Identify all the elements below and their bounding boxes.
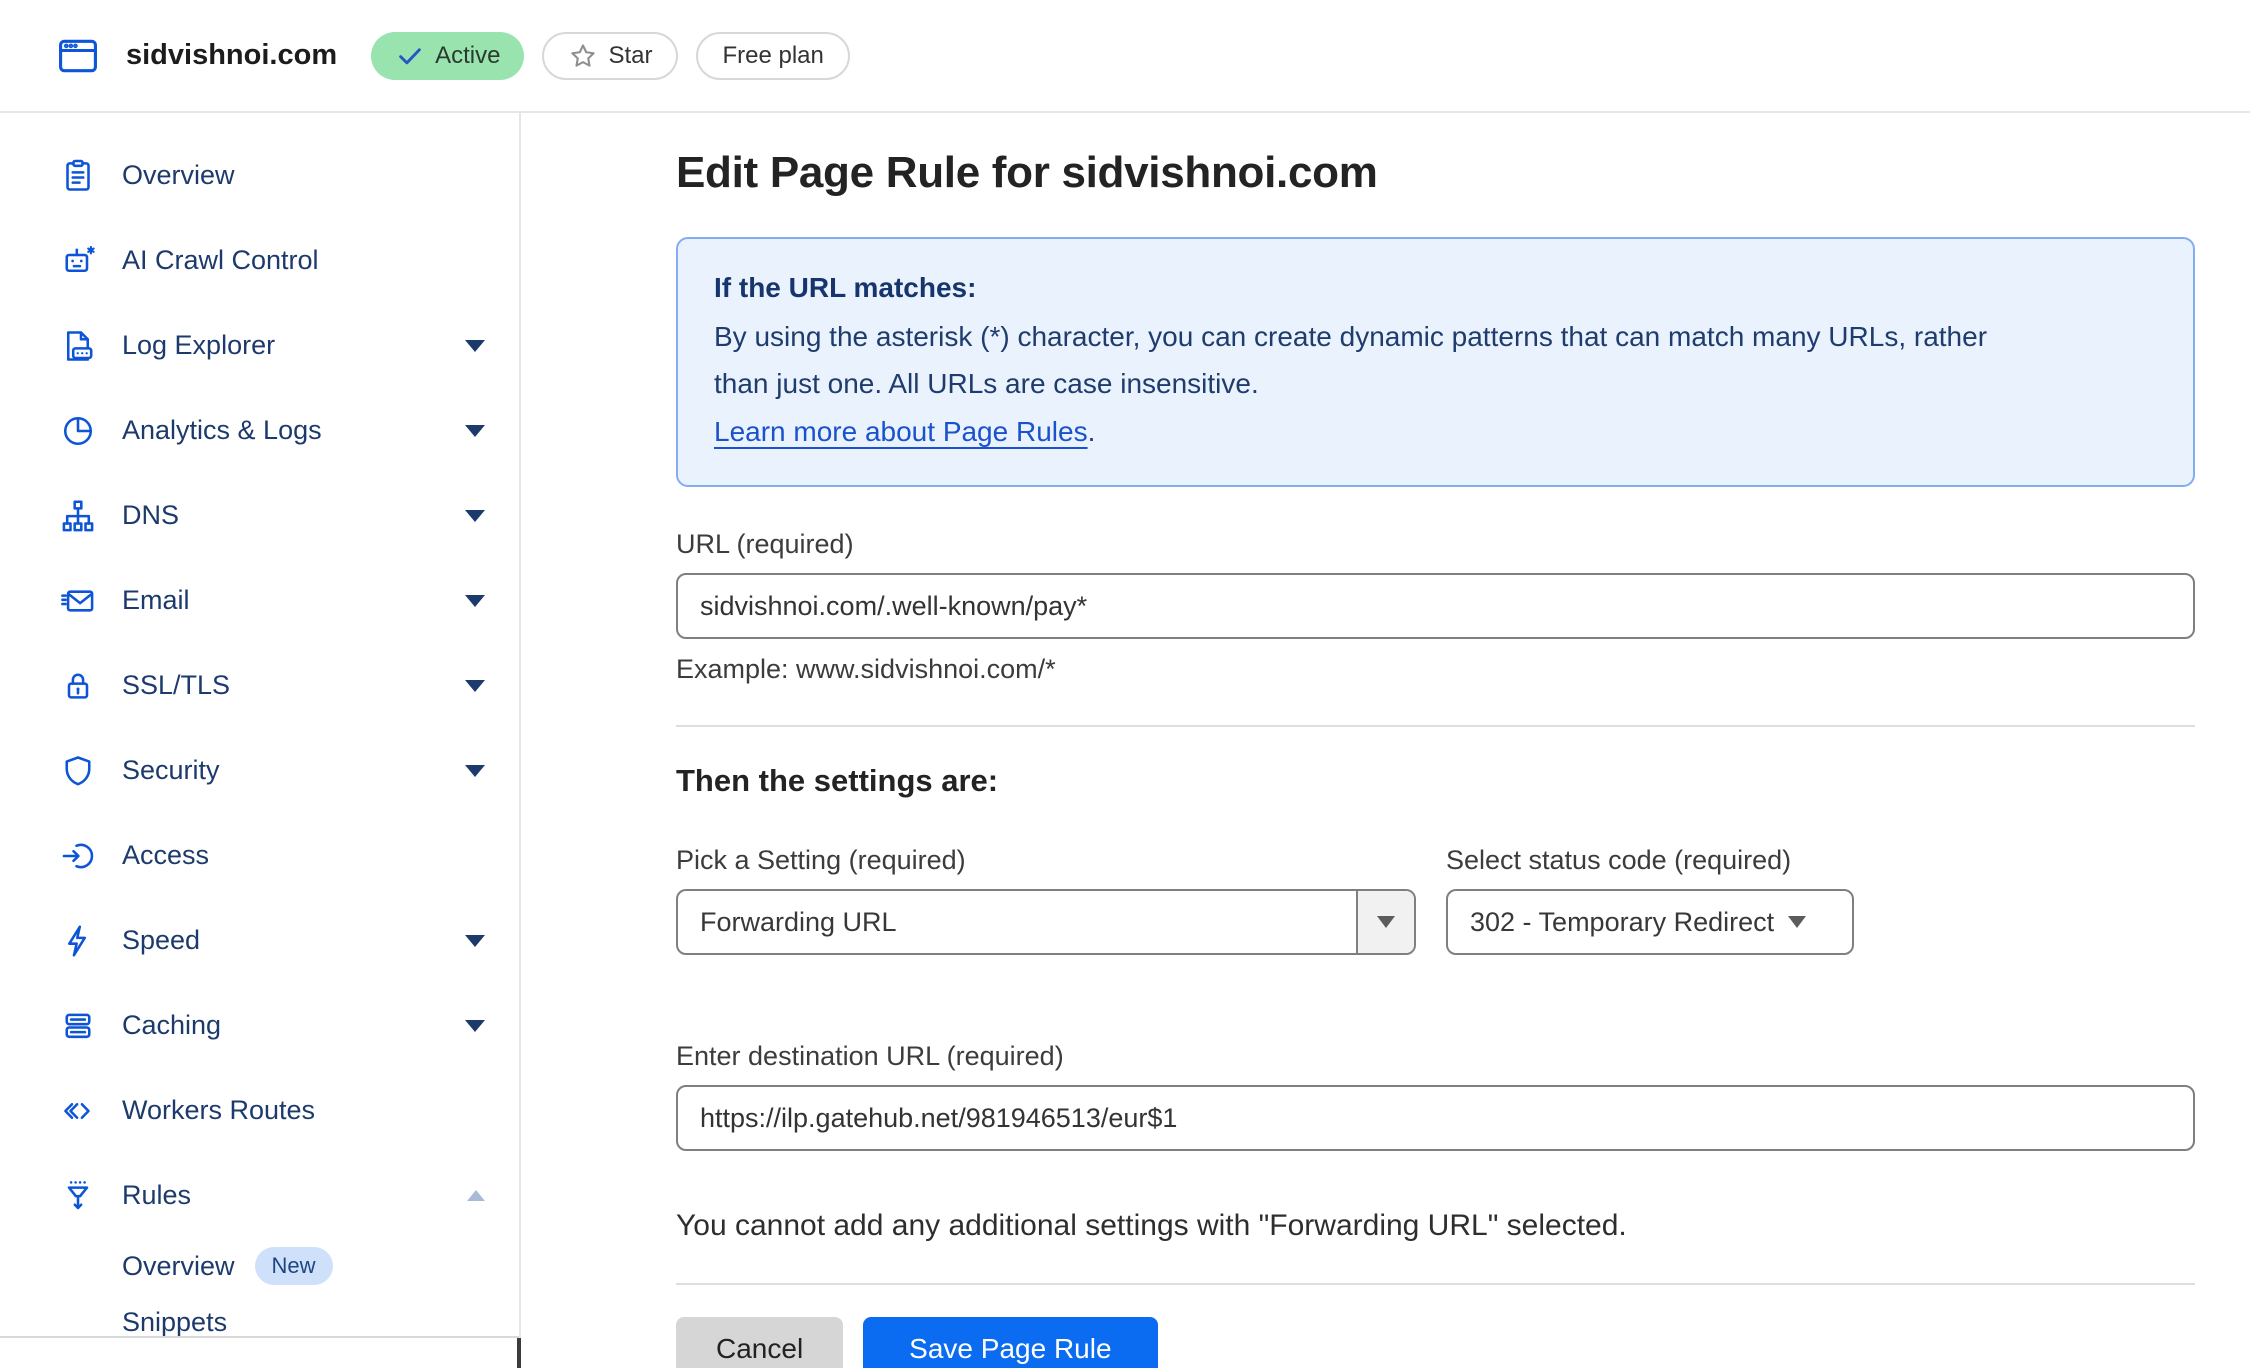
sidebar-item-ai-crawl-control[interactable]: AI Crawl Control [0,218,519,303]
setting-field-label: Pick a Setting (required) [676,845,1416,876]
setting-select[interactable]: Forwarding URL [676,889,1416,955]
server-stack-icon [60,1008,96,1044]
top-bar: sidvishnoi.com Active Star Free plan [0,0,2250,113]
select-arrow-button[interactable] [1356,891,1414,953]
chevron-down-icon [465,935,485,947]
save-page-rule-button[interactable]: Save Page Rule [863,1317,1157,1368]
sidebar-subitem-rules-snippets[interactable]: Snippets [0,1294,519,1350]
info-box-link-line: Learn more about Page Rules. [714,408,2157,455]
link-suffix: . [1088,416,1096,447]
sidebar-bottom-divider [0,1336,519,1338]
info-box-body: By using the asterisk (*) character, you… [714,313,2004,407]
sidebar-item-ssl-tls[interactable]: SSL/TLS [0,643,519,728]
page-title: Edit Page Rule for sidvishnoi.com [676,143,2195,203]
robot-icon [60,243,96,279]
chevron-down-icon [1377,916,1395,928]
envelope-icon [60,583,96,619]
new-badge: New [255,1247,333,1285]
check-icon [395,41,425,71]
sidebar-item-workers-routes[interactable]: Workers Routes [0,1068,519,1153]
funnel-icon [60,1178,96,1214]
chevron-down-icon [465,765,485,777]
forwarding-url-note: You cannot add any additional settings w… [676,1209,2195,1243]
sidebar-item-caching[interactable]: Caching [0,983,519,1068]
url-field-label: URL (required) [676,529,2195,560]
pie-chart-icon [60,413,96,449]
sidebar-item-overview[interactable]: Overview [0,133,519,218]
section-divider [676,725,2195,727]
clipboard-icon [60,158,96,194]
sidebar-scrollbar-thumb[interactable] [517,1338,521,1368]
sidebar-item-email[interactable]: Email [0,558,519,643]
page-rules-help-link[interactable]: Learn more about Page Rules [714,416,1088,447]
status-badge: Active [371,32,524,80]
chevron-down-icon [465,1020,485,1032]
url-example-helper: Example: www.sidvishnoi.com/* [676,654,2195,685]
shield-icon [60,753,96,789]
sidebar-subitem-rules-overview[interactable]: Overview New [0,1238,519,1294]
sidebar-item-access[interactable]: Access [0,813,519,898]
login-arrow-icon [60,838,96,874]
chevron-down-icon [465,425,485,437]
chevron-up-icon [467,1190,485,1201]
cancel-button[interactable]: Cancel [676,1317,843,1368]
status-code-select[interactable]: 302 - Temporary Redirect [1446,889,1854,955]
footer-divider [676,1283,2195,1285]
sidebar-item-dns[interactable]: DNS [0,473,519,558]
url-match-info-box: If the URL matches: By using the asteris… [676,237,2195,487]
star-icon [568,41,598,71]
padlock-icon [60,668,96,704]
destination-url-input[interactable] [676,1085,2195,1151]
sidebar-item-rules[interactable]: Rules [0,1153,519,1238]
settings-heading: Then the settings are: [676,763,2195,799]
plan-badge[interactable]: Free plan [696,32,849,80]
cloudflare-dashboard: sidvishnoi.com Active Star Free plan [0,0,2250,1368]
lightning-icon [60,923,96,959]
log-file-icon [60,328,96,364]
sidebar-nav: Overview AI Crawl Control [0,113,521,1368]
browser-window-icon [56,34,100,78]
chevron-down-icon [465,680,485,692]
chevron-down-icon [1788,916,1806,928]
url-input[interactable] [676,573,2195,639]
chevron-down-icon [465,595,485,607]
star-button[interactable]: Star [542,32,678,80]
zone-name: sidvishnoi.com [126,39,337,72]
sidebar-item-speed[interactable]: Speed [0,898,519,983]
destination-field-label: Enter destination URL (required) [676,1041,2195,1072]
network-tree-icon [60,498,96,534]
code-brackets-icon [60,1093,96,1129]
sidebar-item-log-explorer[interactable]: Log Explorer [0,303,519,388]
status-field-label: Select status code (required) [1446,845,1854,876]
info-box-title: If the URL matches: [714,267,2157,309]
chevron-down-icon [465,510,485,522]
status-select-value: 302 - Temporary Redirect [1448,907,1774,938]
chevron-down-icon [465,340,485,352]
main-content: Edit Page Rule for sidvishnoi.com If the… [521,113,2250,1368]
sidebar-item-analytics-logs[interactable]: Analytics & Logs [0,388,519,473]
sidebar-item-security[interactable]: Security [0,728,519,813]
setting-select-value: Forwarding URL [678,907,897,938]
